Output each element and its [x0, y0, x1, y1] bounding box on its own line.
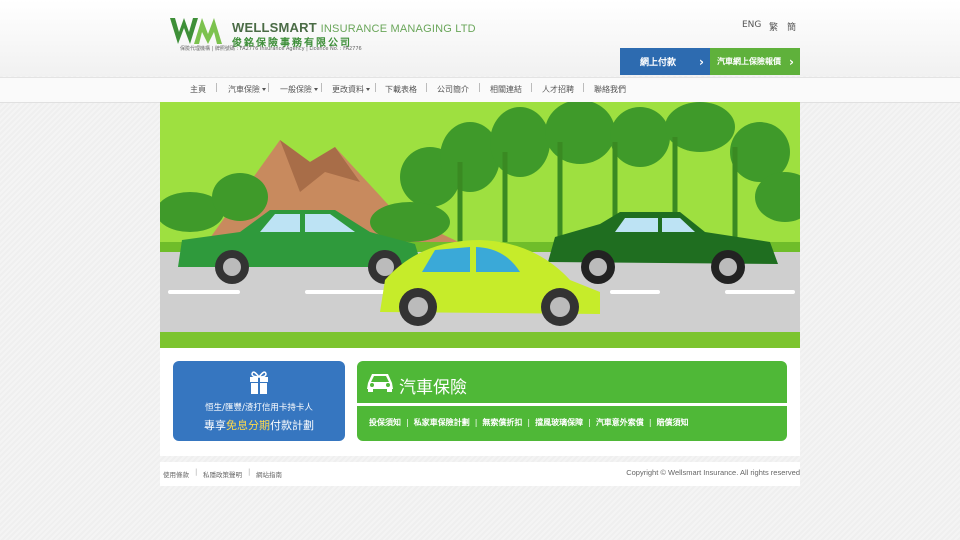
- gift-icon: [250, 371, 268, 394]
- nav-related-links[interactable]: 相關連結: [490, 84, 522, 95]
- nav-general-insurance[interactable]: 一般保險: [280, 84, 318, 95]
- chevron-right-icon: ›: [699, 55, 704, 69]
- chevron-right-icon: ›: [789, 55, 794, 69]
- footer-privacy-link[interactable]: 私隱政策聲明: [203, 469, 242, 479]
- nav-separator: |: [215, 83, 219, 93]
- main-navigation: 主頁 | 汽車保險 | 一般保險 | 更改資料 | 下載表格 | 公司簡介 | …: [0, 77, 960, 103]
- site-header: WELLSMART INSURANCE MANAGING LTD 俊銘保險事務有…: [0, 0, 960, 76]
- nav-separator: |: [530, 83, 534, 93]
- nav-home[interactable]: 主頁: [190, 84, 206, 95]
- link-claims-notes[interactable]: 賠償須知: [657, 418, 689, 427]
- car-quote-label: 汽車網上保險報價: [717, 57, 781, 66]
- nav-separator: |: [582, 83, 586, 93]
- car-insurance-links: 投保須知 | 私家車保險計劃 | 無索償折扣 | 擋風玻璃保障 | 汽車意外索償 | 賠償須知: [357, 406, 787, 441]
- link-no-claim-discount[interactable]: 無索償折扣: [482, 418, 522, 427]
- car-insurance-header[interactable]: 汽車保險: [357, 361, 787, 403]
- lang-eng-link[interactable]: ENG: [742, 20, 761, 30]
- company-logo[interactable]: WELLSMART INSURANCE MANAGING LTD 俊銘保險事務有…: [170, 16, 476, 56]
- nav-separator: |: [267, 83, 271, 93]
- car-quote-button[interactable]: 汽車網上保險報價 ›: [710, 48, 800, 75]
- nav-about-us[interactable]: 公司簡介: [437, 84, 469, 95]
- footer-sitemap-link[interactable]: 網站指南: [256, 469, 282, 479]
- hero-banner: [160, 102, 800, 348]
- nav-separator: |: [320, 83, 324, 93]
- copyright-text: Copyright © Wellsmart Insurance. All rig…: [626, 468, 800, 477]
- nav-separator: |: [425, 83, 429, 93]
- nav-download-forms[interactable]: 下載表格: [385, 84, 417, 95]
- caret-down-icon: [366, 88, 370, 91]
- link-windscreen-cover[interactable]: 擋風玻璃保障: [535, 418, 583, 427]
- link-separator: |: [406, 418, 409, 427]
- nav-separator: |: [374, 83, 378, 93]
- wm-logo-mark-icon: [170, 18, 222, 44]
- car-insurance-panel: 汽車保險 投保須知 | 私家車保險計劃 | 無索償折扣 | 擋風玻璃保障 | 汽車意外索償 | 賠償…: [357, 361, 787, 441]
- caret-down-icon: [262, 88, 266, 91]
- nav-change-info[interactable]: 更改資料: [332, 84, 370, 95]
- logo-english-name: WELLSMART INSURANCE MANAGING LTD: [232, 20, 476, 35]
- car-insurance-title: 汽車保險: [399, 378, 467, 398]
- footer-terms-link[interactable]: 使用條款: [163, 469, 189, 479]
- online-payment-button[interactable]: 網上付款 ›: [620, 48, 710, 75]
- online-payment-label: 網上付款: [639, 58, 676, 68]
- cars-on-road-illustration: [160, 102, 800, 348]
- footer-separator: |: [195, 468, 198, 476]
- lang-simplified-link[interactable]: 簡: [787, 20, 796, 33]
- promo-installment-text: 專享免息分期付款計劃: [204, 419, 314, 432]
- link-separator: |: [527, 418, 531, 427]
- link-application-notes[interactable]: 投保須知: [369, 418, 401, 427]
- nav-contact-us[interactable]: 聯絡我們: [594, 84, 626, 95]
- link-separator: |: [648, 418, 652, 427]
- nav-separator: |: [478, 83, 482, 93]
- footer-separator: |: [248, 468, 251, 476]
- link-accident-claims[interactable]: 汽車意外索償: [596, 418, 644, 427]
- site-footer: 使用條款 | 私隱政策聲明 | 網站指南 Copyright © Wellsma…: [160, 462, 800, 486]
- lang-traditional-link[interactable]: 繁: [769, 20, 778, 33]
- link-private-car-plan[interactable]: 私家車保險計劃: [414, 418, 470, 427]
- link-separator: |: [588, 418, 591, 427]
- car-icon: [367, 374, 393, 392]
- installment-promo-card[interactable]: 恒生/匯豐/渣打信用卡持卡人 專享免息分期付款計劃: [173, 361, 345, 441]
- promo-card-holders-text: 恒生/匯豐/渣打信用卡持卡人: [205, 403, 313, 413]
- content-panel: 恒生/匯豐/渣打信用卡持卡人 專享免息分期付款計劃 汽車保險 投保須知 | 私家車保…: [160, 348, 800, 456]
- nav-car-insurance[interactable]: 汽車保險: [228, 84, 266, 95]
- logo-licence-text: 保險代理機構 | 牌照號碼 : FA2776 Insurance Agency …: [180, 46, 362, 52]
- caret-down-icon: [314, 88, 318, 91]
- nav-careers[interactable]: 人才招聘: [542, 84, 574, 95]
- link-separator: |: [474, 418, 478, 427]
